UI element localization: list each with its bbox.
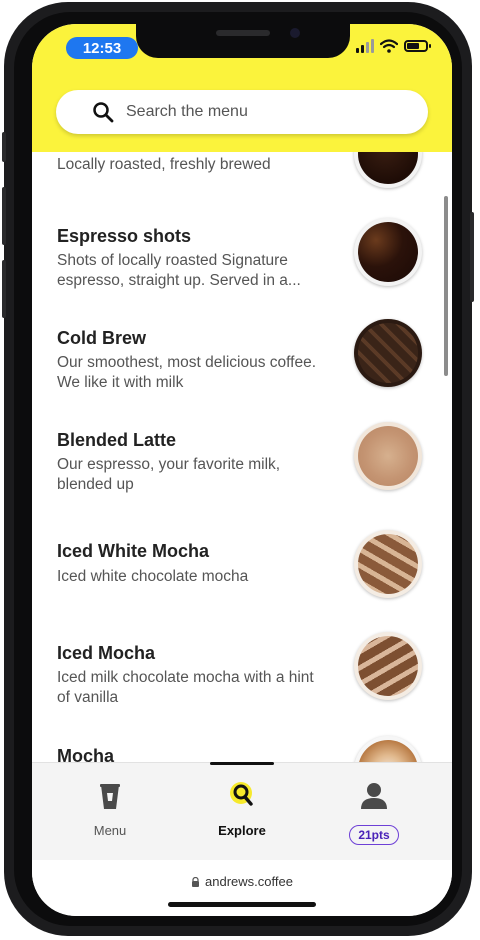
user-icon xyxy=(361,783,387,809)
volume-up-button xyxy=(2,187,6,245)
menu-item-name: Mocha xyxy=(57,746,115,762)
search-bar[interactable] xyxy=(56,90,428,134)
menu-item-description: Iced milk chocolate mocha with a hint of… xyxy=(57,669,314,706)
phone-frame: 12:53 Search the menu Locally roasted, f… xyxy=(2,2,474,936)
tab-account[interactable]: 21pts xyxy=(314,763,434,861)
search-icon xyxy=(93,102,114,123)
menu-item-description: Shots of locally roasted Signature espre… xyxy=(57,252,301,289)
app-header: 12:53 xyxy=(32,24,452,152)
menu-item-description: Locally roasted, freshly brewed xyxy=(57,156,271,173)
battery-icon xyxy=(404,40,431,52)
search-icon xyxy=(230,782,253,806)
tab-menu-label: Menu xyxy=(93,823,127,838)
status-time: 12:53 xyxy=(66,37,138,59)
screen: 12:53 Search the menu Locally roasted, f… xyxy=(32,24,452,916)
tab-explore-label: Explore xyxy=(218,823,266,838)
tab-menu[interactable]: Menu xyxy=(50,763,170,861)
menu-item-name: Cold Brew xyxy=(57,328,147,348)
menu-item-name: Blended Latte xyxy=(57,430,177,450)
home-indicator[interactable] xyxy=(168,902,316,907)
menu-item-description: Our espresso, your favorite milk, blende… xyxy=(57,456,281,493)
url-text: andrews.coffee xyxy=(205,874,293,889)
mute-switch xyxy=(2,132,6,162)
menu-list: Locally roasted, freshly brewed Espresso… xyxy=(32,152,452,762)
wifi-icon xyxy=(380,39,398,53)
volume-down-button xyxy=(2,260,6,318)
front-camera xyxy=(290,28,300,38)
menu-item-description: Our smoothest, most delicious coffee. We… xyxy=(57,354,317,391)
menu-item-name: Iced Mocha xyxy=(57,643,156,663)
browser-url-bar[interactable]: andrews.coffee xyxy=(32,860,452,916)
scrollbar[interactable] xyxy=(444,196,448,376)
cellular-signal-icon xyxy=(356,39,374,53)
search-input[interactable] xyxy=(124,102,408,122)
menu-item-name: Iced White Mocha xyxy=(57,541,210,561)
speaker xyxy=(216,30,270,36)
menu-item-description: Iced white chocolate mocha xyxy=(57,568,249,585)
iced-white-mocha-thumbnail xyxy=(354,530,422,598)
status-icons xyxy=(356,39,431,53)
lock-icon xyxy=(192,876,200,887)
mocha-thumbnail xyxy=(354,736,422,762)
tab-explore[interactable]: Explore xyxy=(182,763,302,861)
menu-item-name: Espresso shots xyxy=(57,226,192,246)
blended-latte-thumbnail xyxy=(354,422,422,490)
url-display[interactable]: andrews.coffee xyxy=(32,874,452,889)
espresso-thumbnail xyxy=(354,218,422,286)
iced-mocha-thumbnail xyxy=(354,632,422,700)
notch xyxy=(136,24,350,58)
points-badge: 21pts xyxy=(349,825,399,845)
power-button xyxy=(470,212,474,302)
cup-icon xyxy=(100,784,120,809)
cold-brew-thumbnail xyxy=(354,319,422,387)
bottom-tab-bar: Menu Explore 21pts xyxy=(32,762,452,861)
brewed-coffee-thumbnail xyxy=(354,152,422,188)
active-tab-indicator xyxy=(210,762,274,765)
